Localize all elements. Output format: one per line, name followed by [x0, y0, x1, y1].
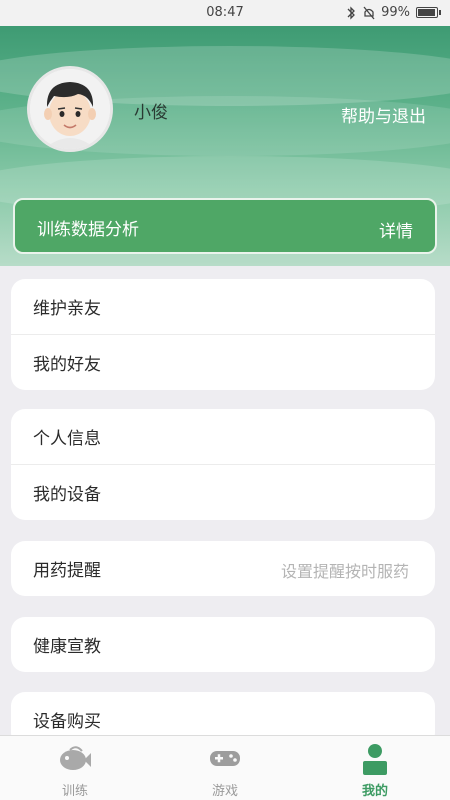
gamepad-icon [210, 751, 240, 766]
nav-tab-mine[interactable]: 我的 [300, 736, 450, 800]
menu-item-health-education[interactable]: 健康宣教 [11, 617, 435, 672]
nav-tab-games[interactable]: 游戏 [150, 736, 300, 800]
menu-card-personal: 个人信息 我的设备 [11, 409, 435, 520]
menu-card-health: 健康宣教 [11, 617, 435, 672]
nav-label-games: 游戏 [211, 784, 238, 799]
nav-tab-training[interactable]: 训练 [0, 736, 150, 800]
boy-avatar-icon [30, 69, 110, 149]
training-card-title: 训练数据分析 [37, 220, 139, 240]
menu-item-label: 维护亲友 [33, 299, 101, 319]
bluetooth-icon [347, 5, 356, 20]
avatar[interactable] [27, 66, 113, 152]
bottom-nav: 训练 游戏 我的 [0, 735, 450, 800]
menu-item-my-devices[interactable]: 我的设备 [11, 465, 435, 520]
training-analysis-card[interactable]: 训练数据分析 详情 [13, 198, 437, 254]
username: 小俊 [134, 103, 168, 123]
menu-item-label: 我的设备 [33, 485, 101, 505]
menu-item-medication-reminder[interactable]: 用药提醒 设置提醒按时服药 [11, 541, 435, 596]
menu-card-friends: 维护亲友 我的好友 [11, 279, 435, 390]
menu-item-label: 用药提醒 [33, 561, 101, 581]
menu-item-my-friends[interactable]: 我的好友 [11, 335, 435, 390]
menu-item-label: 我的好友 [33, 355, 101, 375]
menu-item-label: 设备购买 [33, 712, 101, 732]
fish-icon [60, 746, 91, 770]
battery-icon [416, 7, 441, 18]
menu-item-label: 健康宣教 [33, 637, 101, 657]
menu-item-personal-info[interactable]: 个人信息 [11, 409, 435, 464]
menu-card-medication: 用药提醒 设置提醒按时服药 [11, 541, 435, 596]
battery-percent: 99% [381, 5, 410, 20]
status-icons: 99% [345, 5, 441, 20]
person-icon [363, 744, 387, 775]
nav-label-training: 训练 [61, 784, 88, 799]
help-logout-link[interactable]: 帮助与退出 [341, 102, 426, 127]
menu-item-label: 个人信息 [33, 429, 101, 449]
mute-bell-icon [363, 6, 375, 19]
medication-hint: 设置提醒按时服药 [280, 562, 409, 581]
menu-item-maintain-family[interactable]: 维护亲友 [11, 279, 435, 334]
status-bar: 08:47 99% [0, 0, 450, 26]
nav-label-mine: 我的 [361, 784, 388, 799]
training-detail-link[interactable]: 详情 [379, 217, 413, 242]
